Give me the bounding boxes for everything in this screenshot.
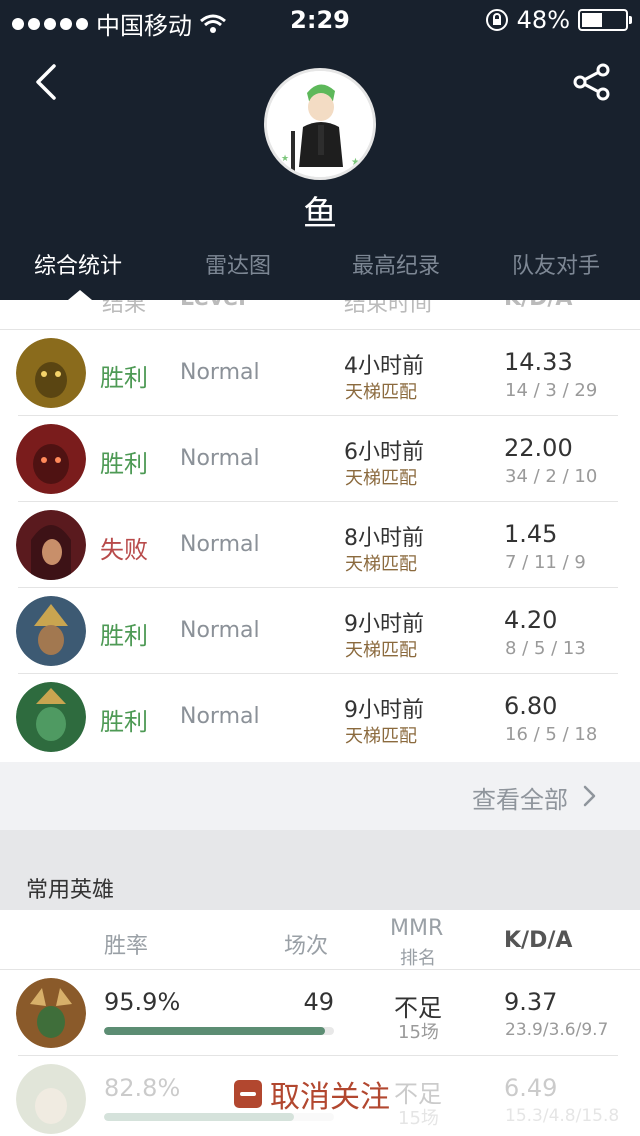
hero-portrait-icon [16,682,86,752]
tab-overall-stats[interactable]: 综合统计 [34,248,122,280]
hero-match-count: 49 [303,988,334,1016]
view-all-label: 查看全部 [472,786,568,814]
col-header-hero-kda: K/D/A [504,928,573,953]
match-result: 胜利 [100,364,148,392]
col-header-kda: K/D/A [504,300,572,311]
unfollow-label: 取消关注 [270,1080,390,1115]
col-header-level: Level [180,300,246,311]
match-row[interactable]: 胜利 Normal 4小时前 天梯匹配 14.33 14 / 3 / 29 [0,330,640,416]
hero-portrait-icon [16,1064,86,1134]
hero-kda: 15.3/4.8/15.8 [505,1106,620,1126]
match-row[interactable]: 胜利 Normal 6小时前 天梯匹配 22.00 34 / 2 / 10 [0,416,640,502]
hero-portrait-icon [16,510,86,580]
tab-teammates-opponents[interactable]: 队友对手 [512,248,600,280]
match-kda-ratio: 6.80 [504,692,558,720]
hero-kda-ratio: 9.37 [504,988,558,1016]
match-kda: 16 / 5 / 18 [505,724,598,745]
match-kda: 14 / 3 / 29 [505,380,598,401]
match-row[interactable]: 失败 Normal 8小时前 天梯匹配 1.45 7 / 11 / 9 [0,502,640,588]
svg-text:★: ★ [281,154,289,164]
tab-radar-chart[interactable]: 雷达图 [205,248,271,280]
minus-icon [234,1080,262,1108]
player-avatar[interactable]: ★ ★ [264,68,376,180]
match-kda-ratio: 1.45 [504,520,558,548]
col-header-result: 结果 [102,300,147,317]
winrate-bar [104,1027,334,1035]
match-mode: 天梯匹配 [345,468,417,489]
battery-percent: 48% [516,6,570,34]
match-level: Normal [180,532,260,557]
match-kda: 8 / 5 / 13 [505,638,586,659]
col-header-matches: 场次 [284,934,329,959]
status-bar: 中国移动 2:29 48% [0,0,640,40]
match-mode: 天梯匹配 [345,640,417,661]
view-all-button[interactable]: 查看全部 [0,762,640,830]
match-kda-ratio: 14.33 [504,348,573,376]
hero-portrait-icon [16,978,86,1048]
match-mode: 天梯匹配 [345,726,417,747]
col-header-end-time: 结束时间 [344,300,433,317]
match-level: Normal [180,446,260,471]
match-level: Normal [180,618,260,643]
match-result: 失败 [100,536,148,564]
match-level: Normal [180,704,260,729]
active-tab-indicator [68,290,92,300]
match-kda: 7 / 11 / 9 [505,552,586,573]
match-row[interactable]: 胜利 Normal 9小时前 天梯匹配 6.80 16 / 5 / 18 [0,674,640,760]
chevron-right-icon [583,785,596,807]
back-arrow-icon[interactable] [28,62,68,102]
hero-winrate: 95.9% [104,988,181,1016]
share-icon[interactable] [572,62,612,102]
match-time-ago: 4小时前 [344,354,424,379]
match-time-ago: 6小时前 [344,440,424,465]
hero-portrait-icon [16,338,86,408]
rotation-lock-icon [485,9,508,31]
match-mode: 天梯匹配 [345,382,417,403]
hero-mmr-sub: 15场 [398,1108,439,1129]
profile-header: 中国移动 2:29 48% ★ ★ 鱼 综合统计 雷达图 最高纪录 队友对手 [0,0,640,300]
col-header-winrate: 胜率 [104,934,149,959]
hero-column-headers: 胜率 场次 MMR 排名 K/D/A [0,910,640,970]
match-result: 胜利 [100,450,148,478]
match-level: Normal [180,360,260,385]
section-title-frequent-heroes: 常用英雄 [26,878,115,903]
match-kda-ratio: 22.00 [504,434,573,462]
battery-icon [578,9,632,31]
col-header-mmr-rank: 排名 [400,948,436,969]
svg-text:★: ★ [351,157,360,168]
match-kda-ratio: 4.20 [504,606,558,634]
winrate-bar-fill [104,1027,325,1035]
hero-kda-ratio: 6.49 [504,1074,558,1102]
match-result: 胜利 [100,708,148,736]
match-time-ago: 8小时前 [344,526,424,551]
tab-records[interactable]: 最高纪录 [352,248,440,280]
hero-portrait-icon [16,424,86,494]
match-result: 胜利 [100,622,148,650]
unfollow-button[interactable]: 取消关注 [234,1072,390,1116]
hero-mmr-sub: 15场 [398,1022,439,1043]
player-name: 鱼 [303,194,337,234]
status-right: 48% [485,6,632,34]
match-time-ago: 9小时前 [344,612,424,637]
hero-stats-row[interactable]: 95.9% 49 不足 15场 9.37 23.9/3.6/9.7 [0,970,640,1056]
hero-portrait-icon [16,596,86,666]
match-mode: 天梯匹配 [345,554,417,575]
hero-winrate: 82.8% [104,1074,181,1102]
tab-bar: 综合统计 雷达图 最高纪录 队友对手 [0,240,640,290]
avatar-character-icon: ★ ★ [267,71,373,177]
match-column-headers: 结果 Level 结束时间 K/D/A [0,300,640,330]
battery-level [582,13,603,27]
match-row[interactable]: 胜利 Normal 9小时前 天梯匹配 4.20 8 / 5 / 13 [0,588,640,674]
hero-kda: 23.9/3.6/9.7 [505,1020,609,1040]
col-header-mmr: MMR [390,916,444,941]
match-time-ago: 9小时前 [344,698,424,723]
match-kda: 34 / 2 / 10 [505,466,598,487]
